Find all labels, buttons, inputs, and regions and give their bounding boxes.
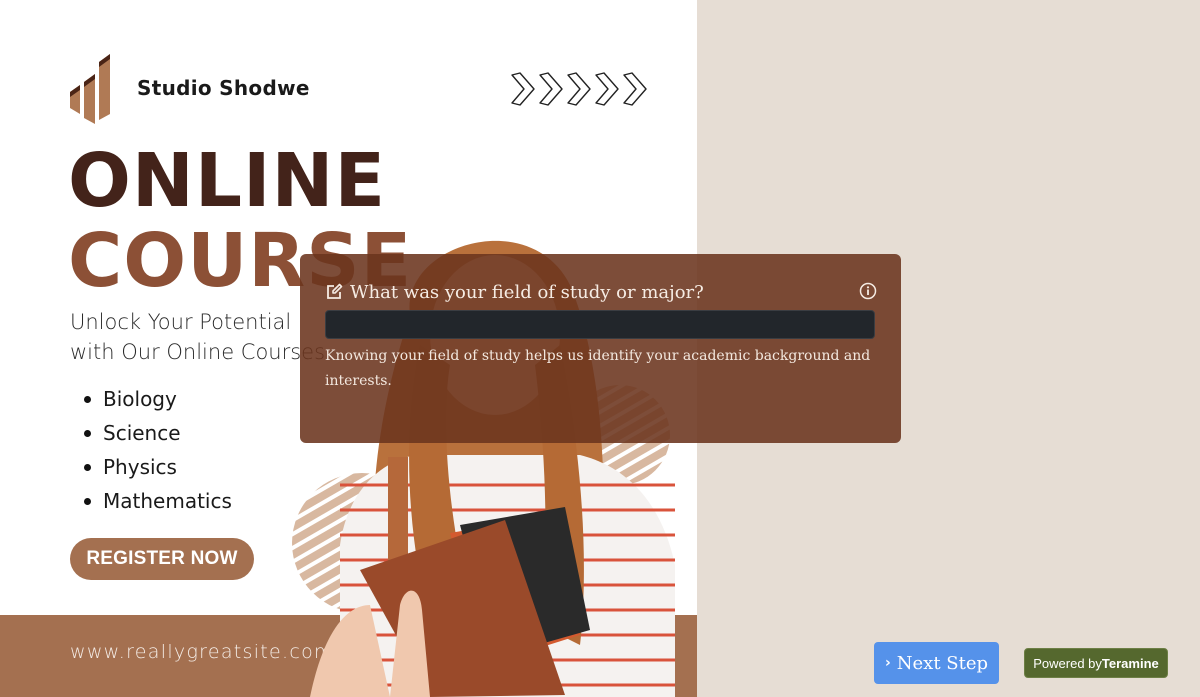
next-step-button[interactable]: › Next Step — [874, 642, 999, 684]
chevron-right-icon: › — [884, 655, 891, 671]
powered-by-badge[interactable]: Powered by Teramine — [1024, 648, 1168, 678]
chevrons-decoration-icon — [511, 72, 647, 106]
register-now-button: REGISTER NOW — [70, 538, 254, 580]
bullet-icon — [84, 429, 91, 437]
info-icon[interactable] — [859, 282, 877, 300]
brand-name: Studio Shodwe — [137, 76, 310, 100]
field-of-study-input[interactable] — [325, 310, 875, 339]
subject-list: Biology Science Physics Mathematics — [84, 382, 232, 518]
subject-item: Science — [84, 416, 232, 450]
subject-label: Physics — [103, 455, 177, 479]
subject-item: Physics — [84, 450, 232, 484]
question-text: What was your field of study or major? — [350, 281, 704, 303]
bullet-icon — [84, 497, 91, 505]
edit-icon — [327, 283, 343, 299]
powered-prefix: Powered by — [1033, 655, 1102, 671]
subject-label: Science — [103, 421, 181, 445]
question-dialog: What was your field of study or major? K… — [300, 254, 901, 443]
bullet-icon — [84, 395, 91, 403]
title-online: ONLINE — [68, 138, 387, 224]
subject-label: Mathematics — [103, 489, 232, 513]
subject-label: Biology — [103, 387, 177, 411]
help-text: Knowing your field of study helps us ide… — [325, 348, 871, 389]
powered-brand: Teramine — [1101, 655, 1159, 671]
subject-item: Biology — [84, 382, 232, 416]
question-row: What was your field of study or major? — [325, 281, 877, 303]
next-step-label: Next Step — [896, 652, 989, 674]
subject-item: Mathematics — [84, 484, 232, 518]
studio-logo-icon — [70, 54, 110, 124]
bullet-icon — [84, 463, 91, 471]
